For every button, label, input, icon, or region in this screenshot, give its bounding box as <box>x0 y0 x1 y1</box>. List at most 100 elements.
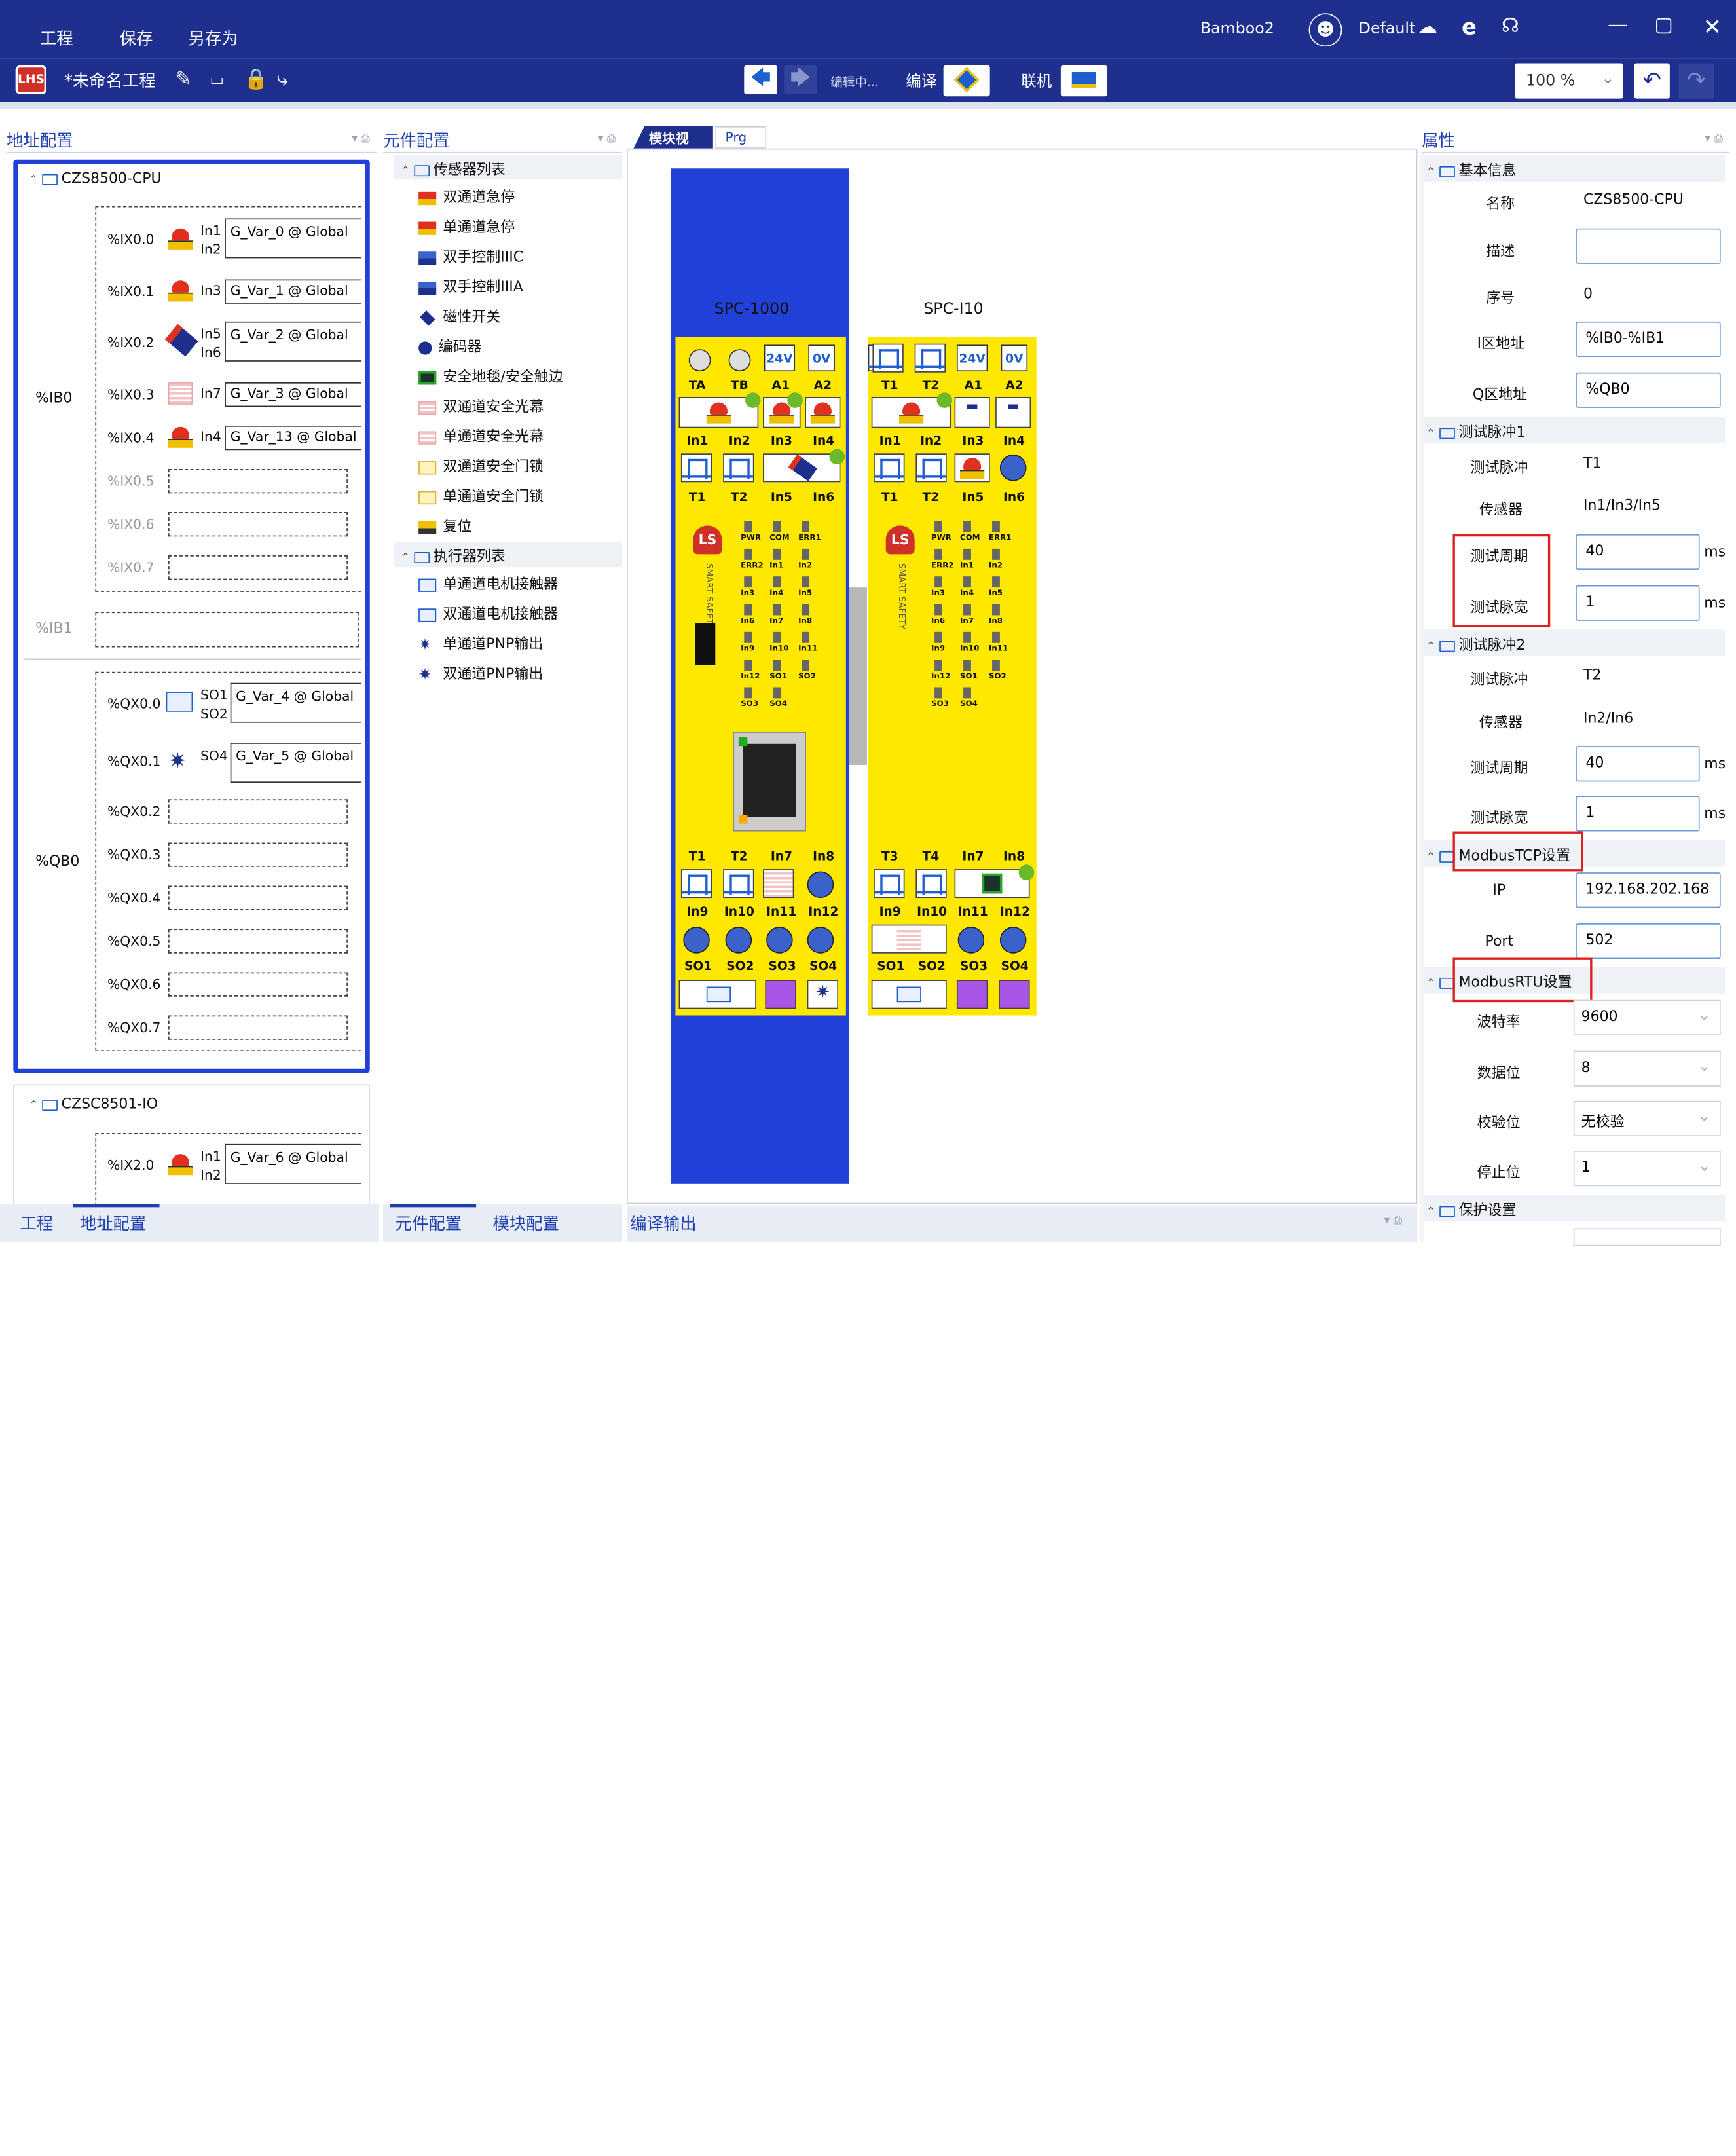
collapse-icon[interactable]: ⌃ <box>1426 1206 1435 1219</box>
pnp-output-icon[interactable]: ✷ <box>807 980 839 1009</box>
pulse-terminal[interactable] <box>914 343 946 373</box>
sensor-slot[interactable]: ▬ <box>995 396 1031 428</box>
maximize-icon[interactable]: ▢ <box>1654 13 1673 37</box>
wechat-icon[interactable]: ☁ <box>1417 16 1437 39</box>
compile-button[interactable] <box>943 65 990 97</box>
sensor-slot[interactable]: ▬ <box>954 396 990 428</box>
cpu-node[interactable]: ⌃ CZS8500-CPU <box>29 171 162 187</box>
pin-icon[interactable]: ▾ ⎙ <box>352 133 369 145</box>
component-item[interactable]: 双通道安全光幕 <box>418 395 544 416</box>
stopbits-select[interactable]: 1 ⌄ <box>1573 1151 1721 1187</box>
tab-project[interactable]: 工程 <box>20 1212 53 1235</box>
collapse-icon[interactable]: ⌃ <box>29 1100 38 1112</box>
component-item[interactable]: 编码器 <box>418 335 482 356</box>
collapse-icon[interactable]: ⌃ <box>401 165 410 177</box>
variable-field[interactable]: G_Var_13 @ Global <box>225 425 361 451</box>
tab-address-config[interactable]: 地址配置 <box>80 1212 146 1235</box>
pin-icon[interactable]: ▾ ⎙ <box>1705 133 1723 145</box>
menu-project[interactable]: 工程 <box>40 27 73 50</box>
pulse-terminal[interactable] <box>874 869 905 899</box>
empty-slot[interactable] <box>168 842 348 867</box>
empty-slot[interactable] <box>168 1015 348 1040</box>
component-item[interactable]: 双手控制IIIC <box>418 245 523 266</box>
user-avatar-icon[interactable]: ☻ <box>1308 13 1342 47</box>
empty-slot[interactable] <box>168 512 348 537</box>
component-item[interactable]: 单通道急停 <box>418 215 515 236</box>
pulse-terminal[interactable] <box>723 453 754 483</box>
input-terminal[interactable] <box>683 927 710 954</box>
test-width-1-input[interactable]: 1 <box>1576 585 1700 621</box>
component-item[interactable]: ✷ 双通道PNP输出 <box>418 662 543 682</box>
back-button[interactable]: 🡄 <box>744 65 778 94</box>
databits-select[interactable]: 8 ⌄ <box>1573 1050 1721 1087</box>
online-button[interactable] <box>1060 65 1107 97</box>
input-terminal[interactable] <box>999 455 1027 481</box>
actuator-group[interactable]: ⌃ 执行器列表 <box>401 544 506 565</box>
empty-slot[interactable] <box>168 929 348 954</box>
output-terminal[interactable] <box>956 980 988 1009</box>
component-item[interactable]: ✷ 单通道PNP输出 <box>418 632 543 653</box>
component-item[interactable]: 安全地毯/安全触边 <box>418 365 563 386</box>
light-curtain-icon[interactable] <box>763 869 794 899</box>
empty-slot[interactable] <box>168 885 348 910</box>
lock-icon[interactable]: 🔒 <box>244 67 268 91</box>
browser-icon[interactable]: e <box>1462 13 1477 40</box>
undo-button[interactable]: ↶ <box>1634 63 1670 99</box>
close-icon[interactable]: ✕ <box>1703 13 1722 40</box>
collapse-icon[interactable]: ⌃ <box>1426 166 1435 179</box>
pulse-terminal[interactable] <box>872 343 904 373</box>
input-terminal[interactable] <box>766 927 793 954</box>
component-item[interactable]: 单通道电机接触器 <box>418 572 558 593</box>
test-period-2-input[interactable]: 40 <box>1576 746 1700 782</box>
component-item[interactable]: 双通道安全门锁 <box>418 455 544 475</box>
collapse-icon[interactable]: ⌃ <box>1426 428 1435 440</box>
pulse-terminal[interactable] <box>915 453 947 483</box>
component-item[interactable]: 双手控制IIIA <box>418 275 523 296</box>
ip-input[interactable]: 192.168.202.168 <box>1576 872 1721 908</box>
input-terminal[interactable] <box>725 927 752 954</box>
collapse-icon[interactable]: ⌃ <box>1426 641 1435 653</box>
ib1-slot[interactable] <box>95 612 359 648</box>
variable-field[interactable]: G_Var_4 @ Global <box>230 682 361 723</box>
test-width-2-input[interactable]: 1 <box>1576 796 1700 832</box>
section-protection[interactable]: ⌃ 保护设置 <box>1424 1195 1726 1222</box>
menu-save-as[interactable]: 另存为 <box>188 27 238 50</box>
clear-icon[interactable]: ⏘ <box>210 67 223 91</box>
output-terminal[interactable] <box>765 980 796 1009</box>
component-item[interactable]: 单通道安全门锁 <box>418 485 544 506</box>
sensor-group[interactable]: ⌃ 传感器列表 <box>401 157 506 178</box>
tab-module-config[interactable]: 模块配置 <box>492 1212 559 1235</box>
variable-field[interactable]: G_Var_2 @ Global <box>225 321 361 362</box>
collapse-icon[interactable]: ⌃ <box>1426 978 1435 990</box>
input-terminal[interactable] <box>957 927 985 954</box>
port-input[interactable]: 502 <box>1576 923 1721 959</box>
component-item[interactable]: 双通道电机接触器 <box>418 602 558 623</box>
variable-field[interactable]: G_Var_3 @ Global <box>225 382 361 407</box>
sensor-slot[interactable] <box>805 396 841 428</box>
pulse-terminal[interactable] <box>874 453 905 483</box>
component-item[interactable]: 磁性开关 <box>418 305 500 326</box>
actuator-slot[interactable] <box>871 980 947 1009</box>
minimize-icon[interactable]: — <box>1608 13 1627 37</box>
empty-slot[interactable] <box>168 972 348 997</box>
collapse-icon[interactable]: ⌃ <box>29 174 38 187</box>
empty-slot[interactable] <box>168 469 348 494</box>
test-period-1-input[interactable]: 40 <box>1576 534 1700 570</box>
pin-icon[interactable]: ▾ ⎙ <box>598 133 616 145</box>
description-input[interactable] <box>1576 228 1721 264</box>
forward-button[interactable]: 🡆 <box>784 65 817 94</box>
collapse-icon[interactable]: ⌃ <box>401 552 410 565</box>
tab-prg[interactable]: Prg <box>715 126 767 149</box>
section-test-pulse-2[interactable]: ⌃ 测试脉冲2 <box>1424 629 1726 657</box>
zoom-select[interactable]: 100 % ⌄ <box>1515 63 1623 99</box>
edit-icon[interactable]: ✎ <box>175 67 192 91</box>
empty-slot[interactable] <box>168 555 348 580</box>
input-terminal[interactable] <box>807 927 834 954</box>
profile-name[interactable]: Default <box>1359 20 1416 37</box>
empty-slot[interactable] <box>168 799 348 824</box>
variable-field[interactable]: G_Var_5 @ Global <box>230 743 361 783</box>
pulse-terminal[interactable] <box>723 869 754 899</box>
component-item[interactable]: 双通道急停 <box>418 185 515 206</box>
output-terminal[interactable] <box>999 980 1030 1009</box>
pin-icon[interactable]: ▾ ⎙ <box>1384 1215 1402 1227</box>
